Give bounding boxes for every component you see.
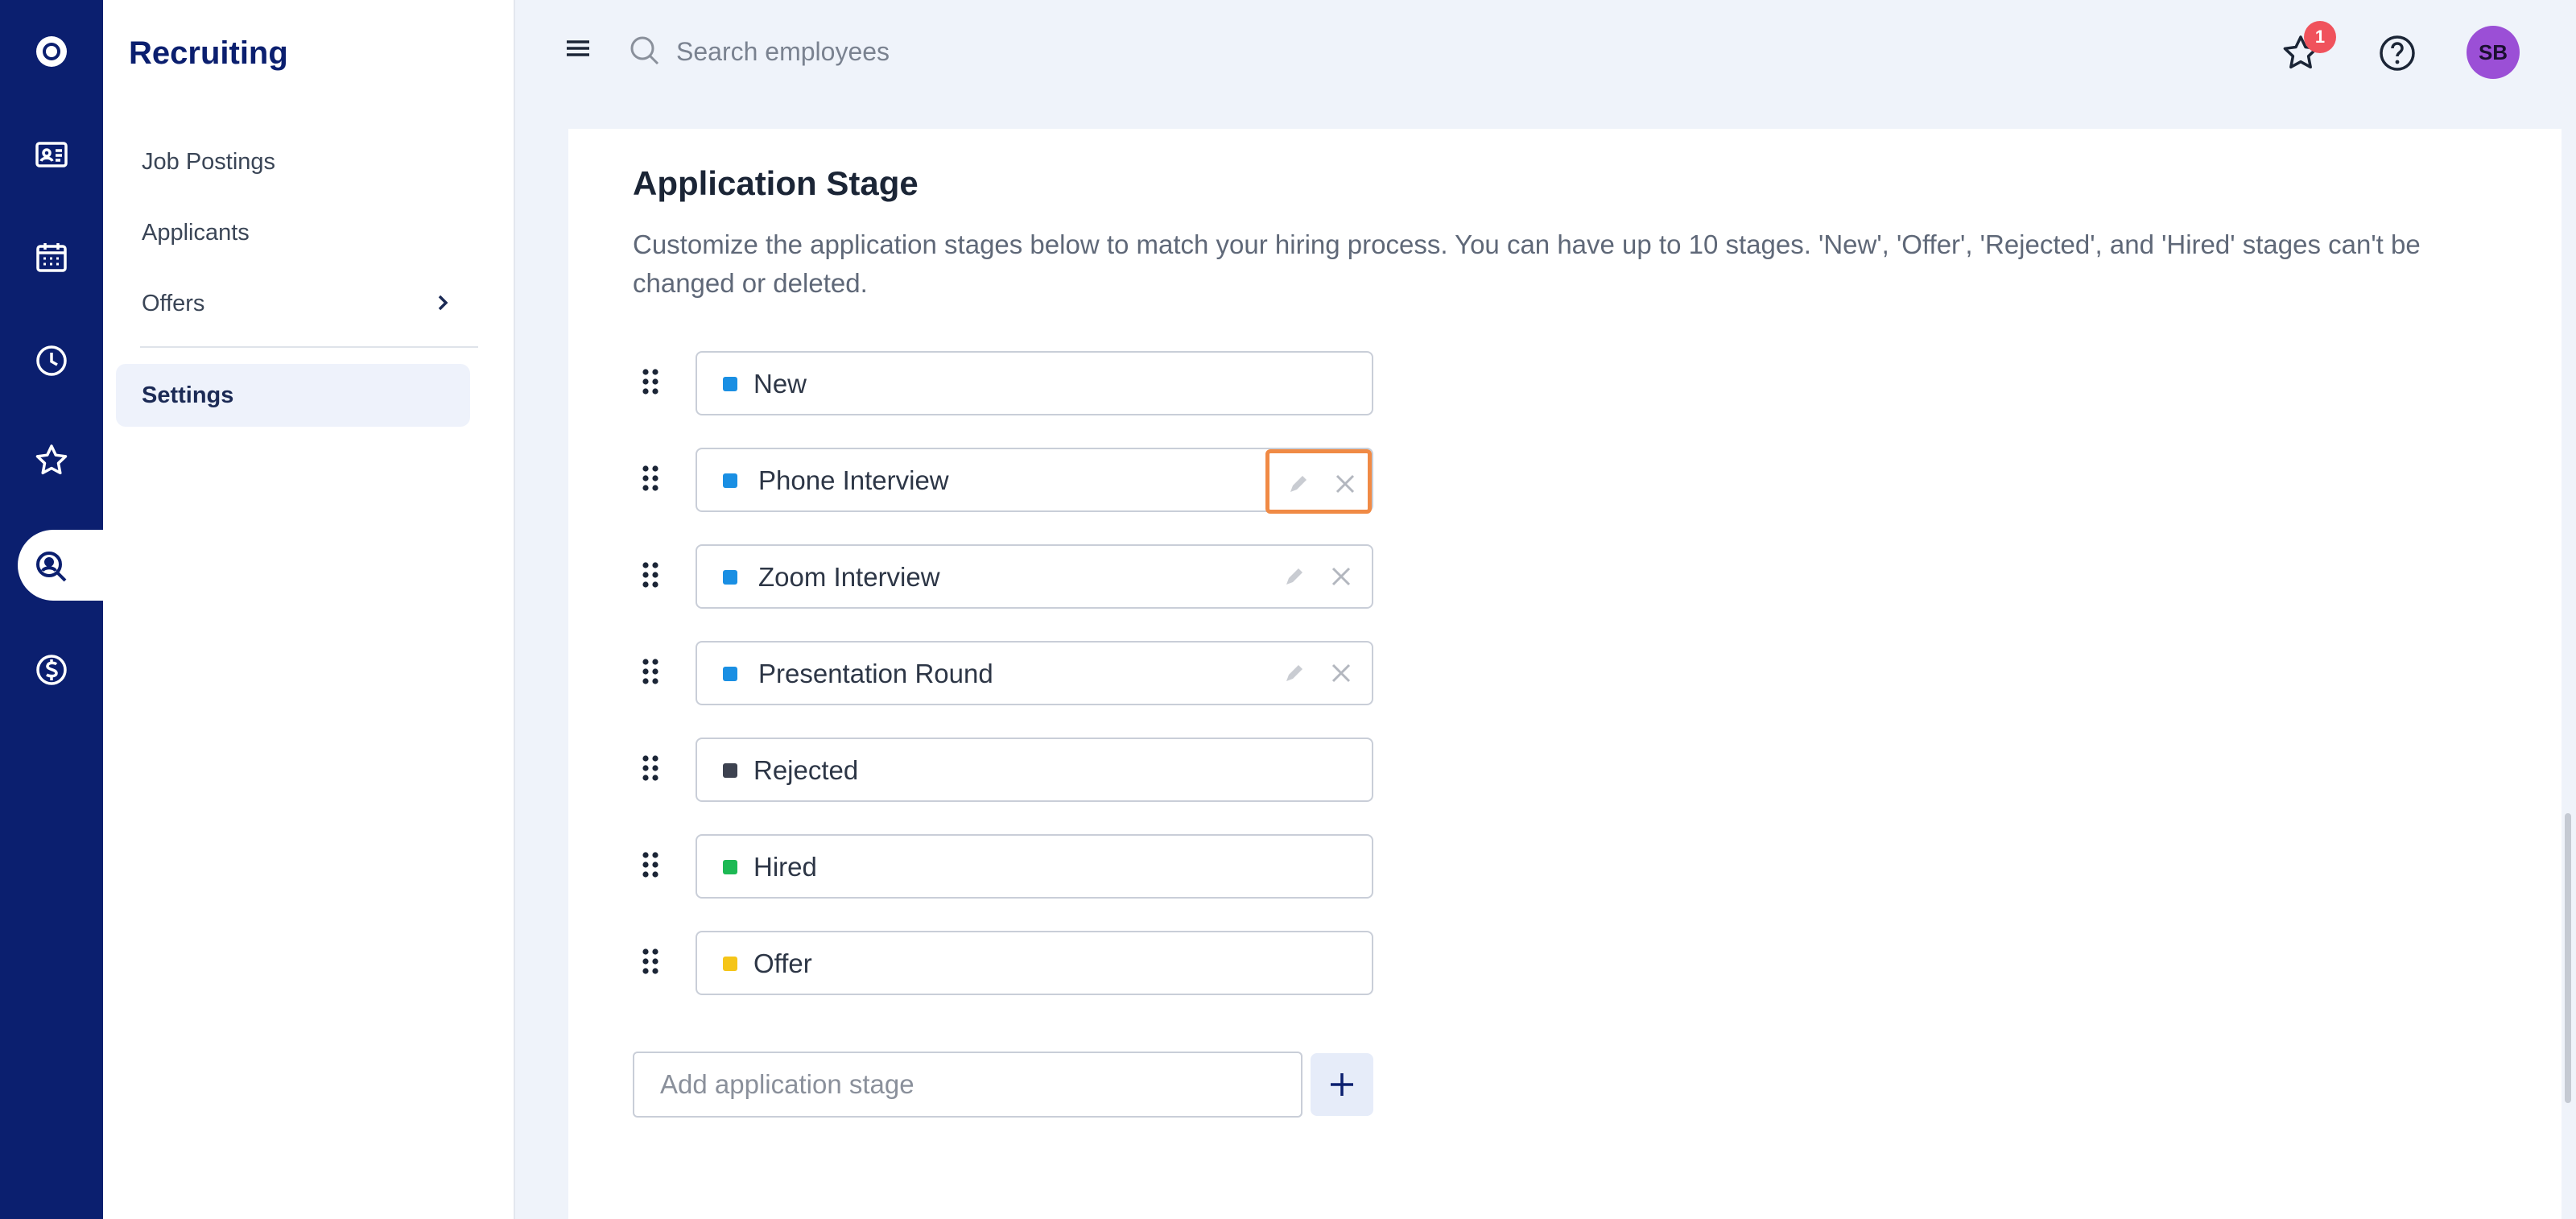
stage-actions — [1265, 643, 1372, 707]
stage-field: Rejected — [696, 738, 1373, 802]
drag-handle-icon[interactable] — [633, 559, 668, 594]
stage-label: Presentation Round — [758, 659, 993, 688]
id-card-icon[interactable] — [23, 126, 80, 184]
drag-handle-icon[interactable] — [633, 945, 668, 981]
stage-label: Zoom Interview — [758, 562, 940, 592]
icon-rail — [0, 0, 103, 1219]
chevron-right-icon — [438, 295, 448, 311]
stage-color-swatch — [723, 377, 737, 391]
stage-color-swatch — [723, 570, 737, 585]
stage-label: Rejected — [753, 755, 859, 785]
stage-field: Hired — [696, 834, 1373, 899]
stage-field: New — [696, 351, 1373, 415]
hamburger-menu-icon[interactable] — [560, 32, 596, 68]
divider — [140, 346, 478, 348]
avatar[interactable]: SB — [2467, 26, 2520, 79]
secondary-sidebar: Recruiting Job Postings Applicants Offer… — [103, 0, 515, 1219]
add-stage-input[interactable] — [633, 1052, 1302, 1118]
section-title: Recruiting — [129, 35, 288, 71]
drag-handle-icon[interactable] — [633, 462, 668, 498]
star-icon[interactable] — [23, 432, 80, 490]
notification-badge: 1 — [2304, 21, 2336, 53]
stage-label: Offer — [753, 948, 812, 978]
subnav-item-label: Offers — [142, 290, 205, 316]
application-stage-card: Application Stage Customize the applicat… — [568, 129, 2562, 1219]
edit-pencil-icon[interactable] — [1280, 562, 1309, 591]
drag-handle-icon[interactable] — [633, 849, 668, 884]
subnav-item-label: Settings — [142, 382, 234, 408]
stage-label: Phone Interview — [758, 465, 949, 495]
subnav-item-job-postings[interactable]: Job Postings — [116, 130, 470, 193]
help-icon[interactable] — [2375, 31, 2420, 76]
plus-icon — [1331, 1073, 1353, 1096]
page-title: Application Stage — [633, 164, 919, 202]
subnav-item-offers[interactable]: Offers — [116, 272, 470, 335]
stage-row-rejected: Rejected — [633, 738, 1438, 802]
stage-field[interactable]: Zoom Interview — [696, 544, 1373, 609]
stage-row-new: New — [633, 351, 1438, 415]
edit-pencil-icon[interactable] — [1284, 469, 1313, 498]
edit-pencil-icon[interactable] — [1280, 659, 1309, 688]
add-stage-button[interactable] — [1311, 1053, 1373, 1116]
stage-row-phone-interview: Phone Interview — [633, 448, 1438, 514]
drag-handle-icon[interactable] — [633, 752, 668, 787]
calendar-icon[interactable] — [23, 229, 80, 287]
stage-row-zoom-interview: Zoom Interview — [633, 544, 1438, 609]
stage-row-presentation-round: Presentation Round — [633, 641, 1438, 705]
page-description: Customize the application stages below t… — [633, 229, 2421, 298]
scrollbar[interactable] — [2565, 813, 2571, 1103]
stage-color-swatch — [723, 860, 737, 874]
search-input[interactable] — [676, 27, 1159, 76]
logo-icon[interactable] — [23, 23, 80, 81]
search-icon — [630, 36, 659, 65]
subnav-item-label: Applicants — [142, 219, 250, 246]
stage-row-hired: Hired — [633, 834, 1438, 899]
close-icon[interactable] — [1327, 562, 1356, 591]
drag-handle-icon[interactable] — [633, 655, 668, 691]
top-bar: 1 SB — [515, 0, 2576, 105]
close-icon[interactable] — [1327, 659, 1356, 688]
stage-field: Offer — [696, 931, 1373, 995]
clock-icon[interactable] — [23, 332, 80, 390]
stage-actions — [1265, 546, 1372, 610]
stage-field[interactable]: Presentation Round — [696, 641, 1373, 705]
subnav-item-applicants[interactable]: Applicants — [116, 201, 470, 264]
subnav-item-settings[interactable]: Settings — [116, 364, 470, 427]
recruiting-search-icon[interactable] — [23, 538, 80, 596]
stage-color-swatch — [723, 957, 737, 971]
subnav-item-label: Job Postings — [142, 148, 276, 175]
stage-color-swatch — [723, 473, 737, 488]
stage-label: New — [753, 369, 807, 399]
close-icon[interactable] — [1331, 469, 1360, 498]
stage-label: Hired — [753, 852, 817, 882]
drag-handle-icon[interactable] — [633, 366, 668, 401]
stage-actions — [1265, 449, 1372, 514]
stage-color-swatch — [723, 763, 737, 778]
stage-row-offer: Offer — [633, 931, 1438, 995]
dollar-icon[interactable] — [23, 641, 80, 699]
stage-color-swatch — [723, 667, 737, 681]
add-stage-row — [633, 1052, 1438, 1118]
stage-field[interactable]: Phone Interview — [696, 448, 1373, 514]
